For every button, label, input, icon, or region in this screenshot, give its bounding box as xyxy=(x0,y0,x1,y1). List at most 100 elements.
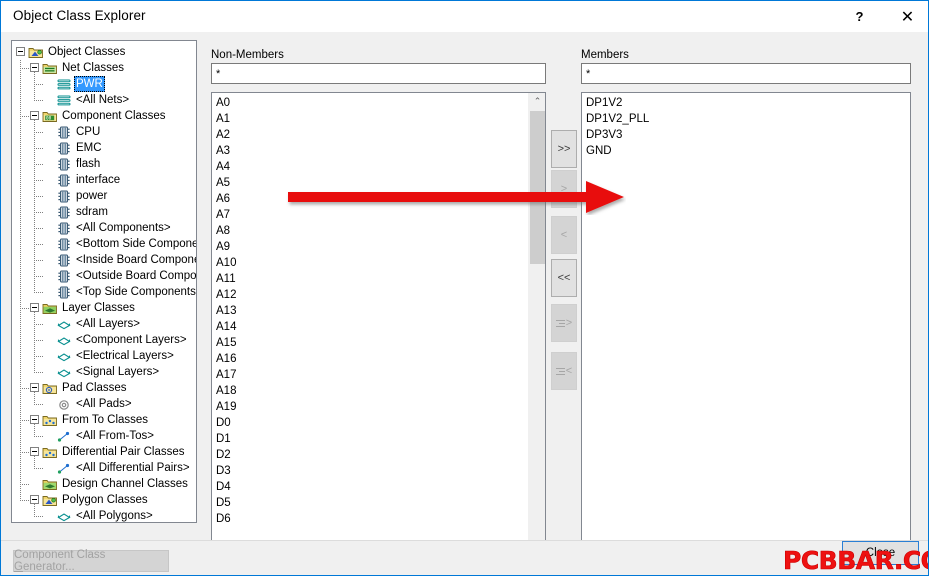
non-members-list-item[interactable]: A12 xyxy=(215,287,236,303)
scroll-up-icon[interactable]: ⌃ xyxy=(529,93,545,110)
non-members-filter-input[interactable] xyxy=(211,63,546,84)
dialog-footer: Component Class Generator... xyxy=(1,540,928,575)
close-dialog-button[interactable]: Close xyxy=(842,541,919,565)
tree-item-differential-pair-classes[interactable]: Differential Pair Classes xyxy=(12,444,196,460)
non-members-list-item[interactable]: A10 xyxy=(215,255,236,271)
non-members-list-item[interactable]: A1 xyxy=(215,111,236,127)
component-class-icon xyxy=(56,173,72,188)
non-members-list-item[interactable]: A0 xyxy=(215,95,236,111)
non-members-list-item[interactable]: A3 xyxy=(215,143,236,159)
non-members-list-item[interactable]: A5 xyxy=(215,175,236,191)
component-class-generator-button[interactable]: Component Class Generator... xyxy=(13,549,169,573)
members-listbox[interactable]: DP1V2 DP1V2_PLL DP3V3 GND xyxy=(581,92,911,556)
design-channel-folder-icon xyxy=(42,477,58,492)
tree-scroll-area: Object Classes Net Classes PWR <All Nets> 08… xyxy=(12,41,196,522)
non-members-list-item[interactable]: D5 xyxy=(215,495,236,511)
tree-item-layer-classes[interactable]: Layer Classes xyxy=(12,300,196,316)
add-all-button[interactable]: >> xyxy=(551,130,577,168)
svg-text:08: 08 xyxy=(46,115,52,121)
scrollbar-thumb[interactable] xyxy=(530,111,545,264)
tree-item-label: <All From-Tos> xyxy=(76,430,154,442)
window-close-button[interactable]: ✕ xyxy=(885,1,928,32)
non-members-list-item[interactable]: A19 xyxy=(215,399,236,415)
non-members-list-item[interactable]: A2 xyxy=(215,127,236,143)
non-members-list-item[interactable]: A13 xyxy=(215,303,236,319)
non-members-list-item[interactable]: A17 xyxy=(215,367,236,383)
non-members-list-item[interactable]: A4 xyxy=(215,159,236,175)
tree-expander-minus-icon[interactable] xyxy=(30,111,39,120)
members-filter-input[interactable] xyxy=(581,63,911,84)
tree-item-label: sdram xyxy=(76,206,108,218)
diffpair-class-icon xyxy=(56,461,72,476)
tree-guide-line xyxy=(34,404,43,405)
tree-guide-line xyxy=(34,180,43,181)
tree-item-label: EMC xyxy=(76,142,102,154)
tree-guide-line xyxy=(34,132,43,133)
non-members-list: A0 A1 A2 A3 A4 A5 A6 A7 A8 A9 A10 A11 A12 A13 A14 A15 A1… xyxy=(212,93,236,527)
layer-class-icon xyxy=(56,333,72,348)
tree-guide-line xyxy=(34,228,43,229)
tree-item-design-channel-classes[interactable]: Design Channel Classes xyxy=(12,476,196,492)
tree-expander-minus-icon[interactable] xyxy=(30,383,39,392)
tree-expander-minus-icon[interactable] xyxy=(30,415,39,424)
tree-expander-minus-icon[interactable] xyxy=(30,495,39,504)
non-members-list-item[interactable]: A11 xyxy=(215,271,236,287)
non-members-list-item[interactable]: A16 xyxy=(215,351,236,367)
chevron-icon: < xyxy=(565,365,573,377)
tree-expander-minus-icon[interactable] xyxy=(30,63,39,72)
net-classes-folder-icon xyxy=(42,61,58,76)
non-members-scrollbar[interactable]: ⌃ ⌄ xyxy=(528,93,545,555)
polygon-class-icon xyxy=(56,509,72,523)
tree-item-object-classes[interactable]: Object Classes xyxy=(12,44,196,60)
non-members-list-item[interactable]: D0 xyxy=(215,415,236,431)
non-members-list-item[interactable]: A18 xyxy=(215,383,236,399)
add-listed-button[interactable]: > xyxy=(551,304,577,342)
non-members-list-item[interactable]: D2 xyxy=(215,447,236,463)
tree-item-component-classes[interactable]: 08 Component Classes xyxy=(12,108,196,124)
remove-all-button[interactable]: << xyxy=(551,259,577,297)
non-members-list-item[interactable]: D6 xyxy=(215,511,236,527)
tree-guide-line xyxy=(20,308,29,309)
chevron-icon: > xyxy=(565,317,573,329)
help-button[interactable]: ? xyxy=(837,1,882,32)
tree-guide-line xyxy=(20,60,21,501)
tree-expander-minus-icon[interactable] xyxy=(16,47,25,56)
window-title: Object Class Explorer xyxy=(13,8,146,23)
tree-item-polygon-classes[interactable]: Polygon Classes xyxy=(12,492,196,508)
tree-guide-line xyxy=(34,372,43,373)
tree-item-label: interface xyxy=(76,174,121,186)
question-mark-icon: ? xyxy=(855,9,864,24)
tree-item-pad-classes[interactable]: Pad Classes xyxy=(12,380,196,396)
non-members-listbox[interactable]: A0 A1 A2 A3 A4 A5 A6 A7 A8 A9 A10 A11 A12 A13 A14 A15 A1… xyxy=(211,92,546,556)
tree-item-label: <All Differential Pairs> xyxy=(76,462,190,474)
non-members-list-item[interactable]: A8 xyxy=(215,223,236,239)
object-class-tree-panel[interactable]: Object Classes Net Classes PWR <All Nets> 08… xyxy=(11,40,197,523)
non-members-list-item[interactable]: D4 xyxy=(215,479,236,495)
members-list-item[interactable]: DP1V2 xyxy=(585,95,649,111)
non-members-list-item[interactable]: A15 xyxy=(215,335,236,351)
members-list-item[interactable]: DP3V3 xyxy=(585,127,649,143)
component-class-icon xyxy=(56,285,72,300)
non-members-list-item[interactable]: A6 xyxy=(215,191,236,207)
non-members-list-item[interactable]: A9 xyxy=(215,239,236,255)
tree-item-label: <Electrical Layers> xyxy=(76,350,174,362)
non-members-list-item[interactable]: A7 xyxy=(215,207,236,223)
tree-expander-minus-icon[interactable] xyxy=(30,447,39,456)
remove-selected-button[interactable]: < xyxy=(551,216,577,254)
list-lines-icon xyxy=(555,318,565,329)
non-members-list-item[interactable]: A14 xyxy=(215,319,236,335)
tree-item-label: PWR xyxy=(74,76,105,92)
chevron-icon: > xyxy=(560,183,568,195)
non-members-list-item[interactable]: D3 xyxy=(215,463,236,479)
tree-item-from-to-classes[interactable]: From To Classes xyxy=(12,412,196,428)
tree-item-label: <All Components> xyxy=(76,222,171,234)
tree-expander-minus-icon[interactable] xyxy=(30,303,39,312)
remove-listed-button[interactable]: < xyxy=(551,352,577,390)
non-members-list-item[interactable]: D1 xyxy=(215,431,236,447)
tree-item-net-classes[interactable]: Net Classes xyxy=(12,60,196,76)
members-list-item[interactable]: GND xyxy=(585,143,649,159)
members-list-item[interactable]: DP1V2_PLL xyxy=(585,111,649,127)
add-selected-button[interactable]: > xyxy=(551,170,577,208)
tree-guide-line xyxy=(20,500,29,501)
tree-guide-line xyxy=(20,68,29,69)
